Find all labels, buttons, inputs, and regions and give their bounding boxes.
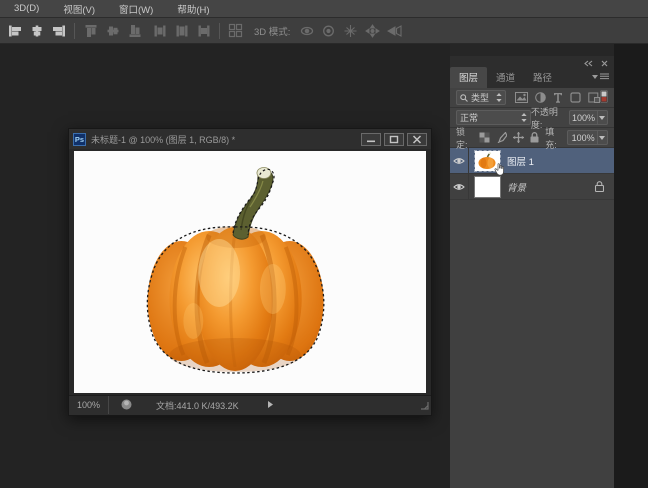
align-right-edges-icon[interactable] <box>50 22 67 39</box>
document-window[interactable]: Ps 未标题-1 @ 100% (图层 1, RGB/8) * <box>68 128 432 416</box>
status-popup-arrow-icon[interactable] <box>267 400 274 411</box>
pumpkin-image <box>74 151 426 393</box>
align-vertical-centers-icon <box>104 22 121 39</box>
maximize-button[interactable] <box>384 133 404 146</box>
hand-cursor-icon <box>494 163 505 176</box>
lock-row: 锁定: 填充: 100% <box>450 128 614 148</box>
fill-label: 填充: <box>545 125 564 151</box>
options-bar: 3D 模式: <box>0 18 648 44</box>
panel-menu-icon[interactable] <box>592 73 609 81</box>
menu-window[interactable]: 窗口(W) <box>119 2 153 16</box>
separator <box>219 23 220 39</box>
tab-channels[interactable]: 通道 <box>487 67 524 88</box>
align-bottom-edges-icon <box>126 22 143 39</box>
tab-layers[interactable]: 图层 <box>450 67 487 88</box>
lock-transparent-pixels-icon[interactable] <box>479 132 490 143</box>
workspace-canvas-area[interactable]: Ps 未标题-1 @ 100% (图层 1, RGB/8) * <box>0 44 450 488</box>
lock-image-pixels-brush-icon[interactable] <box>496 132 507 143</box>
distribute-horizontal-centers-icon <box>173 22 190 39</box>
adobe-drive-icon <box>121 399 132 412</box>
opacity-value-field[interactable]: 100% <box>569 110 598 125</box>
maximize-icon <box>389 135 399 144</box>
background-name[interactable]: 背景 <box>507 180 595 194</box>
menu-help[interactable]: 帮助(H) <box>177 2 209 16</box>
filter-toggle-icon[interactable] <box>600 90 608 105</box>
layer-lock-icon <box>595 181 604 192</box>
align-top-edges-icon <box>82 22 99 39</box>
close-button[interactable] <box>407 133 427 146</box>
distribute-left-edges-icon <box>151 22 168 39</box>
visibility-toggle[interactable] <box>450 148 469 173</box>
canvas-frame <box>69 149 431 395</box>
lock-label: 锁定: <box>456 125 475 151</box>
layer1-name[interactable]: 图层 1 <box>507 154 614 168</box>
photoshop-document-icon: Ps <box>73 133 86 146</box>
blend-mode-dropdown[interactable]: 正常 <box>456 110 531 125</box>
layer-row-background[interactable]: 背景 <box>450 174 614 200</box>
search-icon <box>460 94 468 102</box>
smart-object-filter-icon[interactable] <box>588 92 600 103</box>
screen-edge <box>614 44 648 488</box>
dropdown-split-arrows-icon <box>521 113 527 122</box>
chevron-down-icon <box>599 116 605 120</box>
menu-bar: 3D(D) 视图(V) 窗口(W) 帮助(H) <box>0 0 648 18</box>
filter-type-dropdown[interactable]: 类型 <box>456 90 506 105</box>
lock-all-icon[interactable] <box>530 132 539 143</box>
align-horizontal-centers-icon[interactable] <box>28 22 45 39</box>
photoshop-app: 3D(D) 视图(V) 窗口(W) 帮助(H) <box>0 0 648 488</box>
chevron-down-icon <box>599 136 605 140</box>
eye-icon <box>453 157 465 165</box>
document-size-info: 文档:441.0 K/493.2K <box>156 399 239 412</box>
document-canvas[interactable] <box>74 151 426 393</box>
layer1-thumbnail[interactable] <box>475 151 500 171</box>
lock-position-move-icon[interactable] <box>513 132 524 143</box>
fill-dropdown-button[interactable] <box>598 130 608 145</box>
slide-3d-icon <box>364 22 381 39</box>
layers-panel: 图层 通道 路径 类型 <box>450 56 614 488</box>
filter-type-label: 类型 <box>471 91 493 104</box>
minimize-button[interactable] <box>361 133 381 146</box>
adjustment-layer-filter-icon[interactable] <box>535 92 546 103</box>
pixel-layer-filter-icon[interactable] <box>515 92 528 103</box>
3d-mode-label: 3D 模式: <box>254 24 290 38</box>
dropdown-split-arrows-icon <box>496 93 502 102</box>
type-layer-filter-icon[interactable] <box>553 92 563 103</box>
eye-icon <box>453 183 465 191</box>
zoom-level-field[interactable]: 100% <box>69 396 109 414</box>
menu-view[interactable]: 视图(V) <box>63 2 95 16</box>
document-status-bar: 100% 文档:441.0 K/493.2K <box>69 395 431 414</box>
orbit-3d-icon <box>298 22 315 39</box>
background-thumbnail[interactable] <box>475 177 500 197</box>
visibility-toggle[interactable] <box>450 174 469 199</box>
layer-row-layer1[interactable]: 图层 1 <box>450 148 614 174</box>
scale-3d-icon <box>386 22 403 39</box>
separator <box>74 23 75 39</box>
minimize-icon <box>366 135 376 143</box>
opacity-dropdown-button[interactable] <box>598 110 608 125</box>
panel-tab-bar: 图层 通道 路径 <box>450 69 614 88</box>
shape-layer-filter-icon[interactable] <box>570 92 581 103</box>
blend-mode-value: 正常 <box>460 111 521 124</box>
resize-grip[interactable] <box>419 400 430 413</box>
align-left-edges-icon[interactable] <box>6 22 23 39</box>
menu-3d[interactable]: 3D(D) <box>14 3 39 14</box>
tab-paths[interactable]: 路径 <box>524 67 561 88</box>
fill-value-field[interactable]: 100% <box>567 130 597 145</box>
drag-3d-icon <box>342 22 359 39</box>
close-icon <box>412 135 422 144</box>
roll-3d-icon <box>320 22 337 39</box>
document-title-bar[interactable]: Ps 未标题-1 @ 100% (图层 1, RGB/8) * <box>69 129 431 149</box>
document-title: 未标题-1 @ 100% (图层 1, RGB/8) * <box>91 133 357 146</box>
distribute-spacing-icon <box>227 22 244 39</box>
distribute-right-edges-icon <box>195 22 212 39</box>
